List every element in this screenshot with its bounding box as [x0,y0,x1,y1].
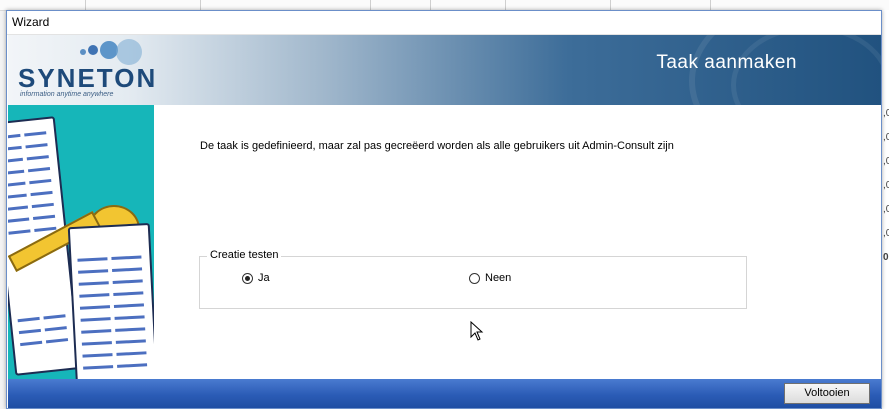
background-cell: ,0 [883,156,889,167]
radio-ja-label: Ja [258,272,270,284]
background-cell: ,0 [883,108,889,119]
radio-neen[interactable]: Neen [469,272,511,284]
mouse-pointer-icon [470,321,484,341]
background-cell: ,0 [883,132,889,143]
logo-tagline: information anytime anywhere [20,91,114,98]
radio-neen-label: Neen [485,272,512,284]
logo-dot [80,49,86,55]
logo-wordmark: SYNETON [18,63,158,93]
wizard-dialog: Wizard SYNETON information anytime anywh… [6,10,882,409]
background-column-divider [710,0,711,10]
background-cell: ,0 [883,180,889,191]
logo-dot [88,45,98,55]
wizard-banner: SYNETON information anytime anywhere Taa… [8,35,881,105]
side-illustration [8,105,154,379]
background-cell: ,0 [883,228,889,239]
background-column-divider [200,0,201,10]
background-cell: 0 [883,252,889,263]
background-column-divider [505,0,506,10]
radio-checked-icon [242,272,253,284]
finish-button[interactable]: Voltooien [784,383,870,404]
background-cell: ,0 [883,204,889,215]
background-column-divider [370,0,371,10]
background-column-divider [430,0,431,10]
document-sheet-front [67,222,154,379]
logo-dot [116,39,142,65]
info-message: De taak is gedefinieerd, maar zal pas ge… [200,140,674,152]
title-bar[interactable]: Wizard [7,11,881,35]
background-column-divider [85,0,86,10]
radio-unchecked-icon [469,272,480,284]
syneton-logo: SYNETON information anytime anywhere [18,39,198,99]
groupbox-label: Creatie testen [207,249,282,261]
wizard-footer: Voltooien [8,379,881,408]
window-title: Wizard [12,15,50,29]
background-column-divider [610,0,611,10]
radio-ja[interactable]: Ja [242,272,270,284]
wizard-step-title: Taak aanmaken [656,52,797,73]
